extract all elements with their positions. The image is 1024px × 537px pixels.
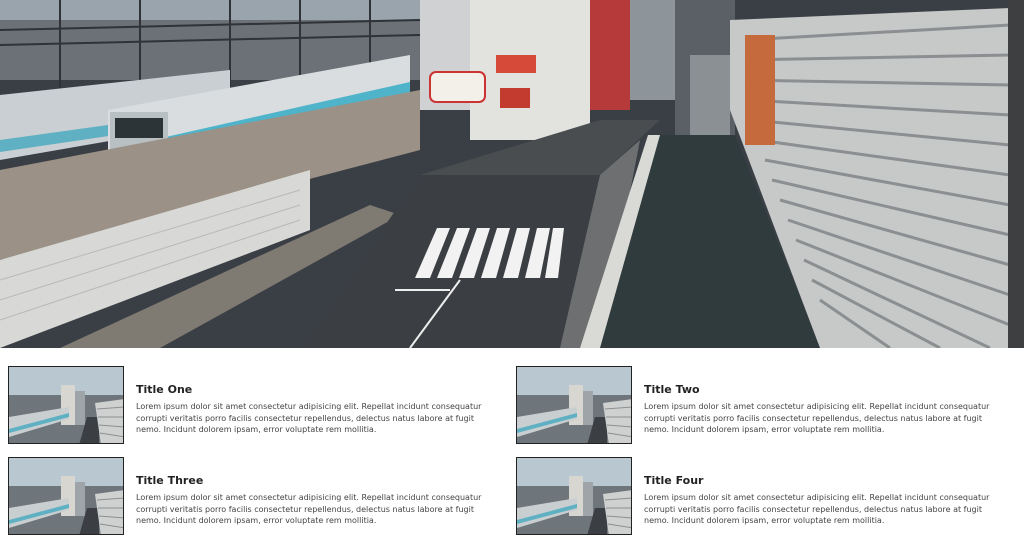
hero-image xyxy=(0,0,1024,348)
card-grid: Title One Lorem ipsum dolor sit amet con… xyxy=(0,348,1024,535)
card-thumbnail[interactable] xyxy=(516,366,632,444)
card-title-two[interactable]: Title Two Lorem ipsum dolor sit amet con… xyxy=(516,366,1016,446)
card-thumbnail[interactable] xyxy=(8,457,124,535)
card-title-one[interactable]: Title One Lorem ipsum dolor sit amet con… xyxy=(8,366,508,446)
card-title: Title Three xyxy=(136,474,204,487)
card-thumbnail[interactable] xyxy=(8,366,124,444)
city-thumbnail-image xyxy=(517,367,631,443)
card-title: Title Four xyxy=(644,474,704,487)
city-thumbnail-image xyxy=(9,458,123,534)
card-title-four[interactable]: Title Four Lorem ipsum dolor sit amet co… xyxy=(516,457,1016,537)
card-title: Title Two xyxy=(644,383,700,396)
city-thumbnail-image xyxy=(517,458,631,534)
card-thumbnail[interactable] xyxy=(516,457,632,535)
card-description: Lorem ipsum dolor sit amet consectetur a… xyxy=(136,402,482,434)
card-title-three[interactable]: Title Three Lorem ipsum dolor sit amet c… xyxy=(8,457,508,537)
card-description: Lorem ipsum dolor sit amet consectetur a… xyxy=(644,493,990,525)
card-description: Lorem ipsum dolor sit amet consectetur a… xyxy=(136,493,482,525)
card-title: Title One xyxy=(136,383,193,396)
hero-city-photo xyxy=(0,0,1024,348)
city-thumbnail-image xyxy=(9,367,123,443)
card-description: Lorem ipsum dolor sit amet consectetur a… xyxy=(644,402,990,434)
